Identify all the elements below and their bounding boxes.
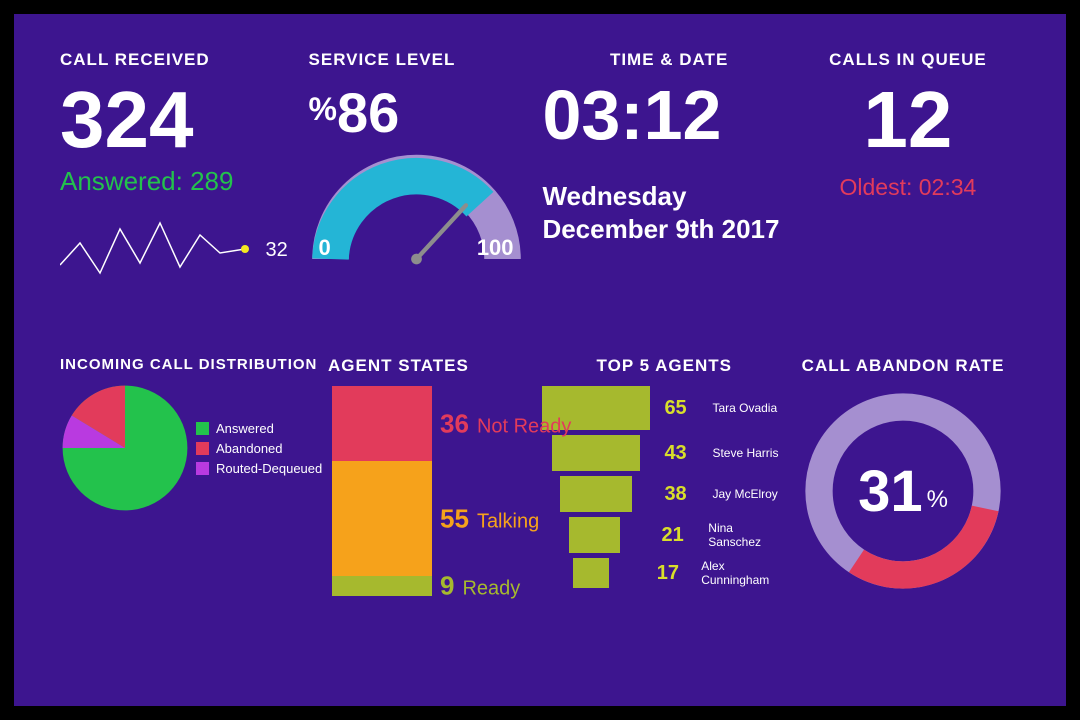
percent-icon: % [927,486,948,514]
top-row: CALL RECEIVED 324 Answered: 289 32 SERVI… [60,50,1020,350]
service-level-value: %86 [309,80,543,145]
dashboard-screen: CALL RECEIVED 324 Answered: 289 32 SERVI… [14,14,1066,706]
legend-item-answered: Answered [196,421,322,436]
pie-chart-icon [60,383,190,513]
sparkline-icon [60,215,255,285]
top5-title: TOP 5 AGENTS [542,356,786,376]
calls-queue-title: CALLS IN QUEUE [796,50,1020,70]
funnel-bar [573,558,609,588]
top5-funnel: 65 Tara Ovadia 43 Steve Harris 38 Jay Mc… [542,386,786,588]
gauge-min: 0 [319,235,331,261]
calls-queue-oldest: Oldest: 02:34 [796,174,1020,201]
panel-abandon-rate: CALL ABANDON RATE 31% [786,356,1020,596]
panel-service-level: SERVICE LEVEL %86 0 100 [309,50,543,350]
bottom-row: INCOMING CALL DISTRIBUTION Answered Aban… [60,356,1020,596]
gauge-icon [309,151,524,281]
top5-row-1: 43 Steve Harris [542,435,786,471]
state-talking: 55Talking [332,461,432,576]
panel-calls-in-queue: CALLS IN QUEUE 12 Oldest: 02:34 [796,50,1020,350]
percent-icon: % [309,91,337,127]
panel-time-date: TIME & DATE 03:12 Wednesday December 9th… [542,50,795,350]
time-date-title: TIME & DATE [542,50,795,70]
abandon-value: 31% [798,386,1008,596]
abandon-title: CALL ABANDON RATE [786,356,1020,376]
state-ready: 9Ready [332,576,432,596]
call-received-value: 324 [60,80,309,160]
top5-row-3: 21 Nina Sanschez [542,517,786,553]
sparkline-last-value: 32 [265,239,287,262]
call-received-sparkline: 32 [60,215,309,290]
state-not-ready: 36Not Ready [332,386,432,461]
abandon-donut: 31% [798,386,1008,596]
top5-row-2: 38 Jay McElroy [542,476,786,512]
distribution-legend: Answered Abandoned Routed-Dequeued [196,416,322,481]
gauge-max: 100 [477,235,514,261]
panel-incoming-distribution: INCOMING CALL DISTRIBUTION Answered Aban… [60,356,328,596]
agent-states-stack: 36Not Ready 55Talking 9Ready [332,386,432,596]
gauge-range-labels: 0 100 [319,235,514,261]
distribution-chart-area: Answered Abandoned Routed-Dequeued [60,383,328,513]
funnel-bar [552,435,640,471]
funnel-bar [560,476,632,512]
service-level-title: SERVICE LEVEL [309,50,543,70]
call-received-title: CALL RECEIVED [60,50,309,70]
funnel-bar [569,517,619,553]
panel-agent-states: AGENT STATES 36Not Ready 55Talking 9Read… [328,356,542,596]
top5-row-0: 65 Tara Ovadia [542,386,786,430]
legend-item-routed: Routed-Dequeued [196,461,322,476]
panel-top5-agents: TOP 5 AGENTS 65 Tara Ovadia 43 Steve Har… [542,356,786,596]
calls-queue-value: 12 [796,80,1020,160]
date-value: Wednesday December 9th 2017 [542,180,795,245]
time-value: 03:12 [542,80,795,150]
top5-row-4: 17 Alex Cunningham [542,558,786,588]
agent-states-title: AGENT STATES [328,356,542,376]
distribution-title: INCOMING CALL DISTRIBUTION [60,356,328,373]
call-received-answered: Answered: 289 [60,166,309,197]
service-level-gauge: 0 100 [309,151,524,291]
panel-call-received: CALL RECEIVED 324 Answered: 289 32 [60,50,309,350]
legend-item-abandoned: Abandoned [196,441,322,456]
